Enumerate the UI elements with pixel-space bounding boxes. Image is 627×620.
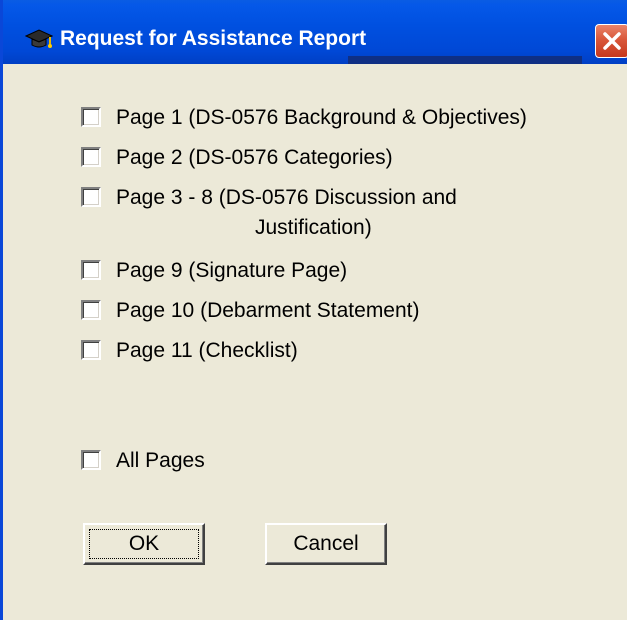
option-label-page-1: Page 1 (DS-0576 Background & Objectives)	[116, 106, 527, 129]
option-label-page-3-8-line2: Justification)	[255, 216, 372, 239]
option-label-page-3-8: Page 3 - 8 (DS-0576 Discussion and	[116, 186, 457, 209]
checkbox-page-9[interactable]	[81, 260, 101, 280]
checkbox-page-3-8[interactable]	[81, 187, 101, 207]
option-all-pages[interactable]: All Pages	[81, 447, 205, 475]
checkbox-page-11[interactable]	[81, 340, 101, 360]
option-page-3-8[interactable]: Page 3 - 8 (DS-0576 Discussion and Justi…	[81, 184, 457, 239]
ok-button[interactable]: OK	[83, 523, 205, 565]
checkbox-all-pages[interactable]	[81, 450, 101, 470]
close-button[interactable]	[595, 24, 627, 58]
ok-focus-rect	[89, 529, 199, 559]
checkbox-page-2[interactable]	[81, 147, 101, 167]
cancel-button-label: Cancel	[293, 532, 359, 555]
option-label-page-2: Page 2 (DS-0576 Categories)	[116, 146, 393, 169]
checkbox-page-1[interactable]	[81, 107, 101, 127]
option-page-11[interactable]: Page 11 (Checklist)	[81, 337, 298, 365]
option-label-page-9: Page 9 (Signature Page)	[116, 259, 348, 282]
option-page-9[interactable]: Page 9 (Signature Page)	[81, 257, 347, 285]
cancel-button[interactable]: Cancel	[265, 523, 387, 565]
option-page-2[interactable]: Page 2 (DS-0576 Categories)	[81, 144, 393, 172]
checkbox-page-10[interactable]	[81, 300, 101, 320]
title-bar[interactable]: Request for Assistance Report	[3, 0, 627, 66]
close-icon	[603, 32, 621, 50]
option-label-all-pages: All Pages	[116, 449, 205, 472]
graduation-cap-icon	[25, 29, 53, 48]
option-page-1[interactable]: Page 1 (DS-0576 Background & Objectives)	[81, 104, 527, 132]
dialog-window: Request for Assistance Report Page 1 (DS…	[0, 0, 627, 620]
window-title: Request for Assistance Report	[60, 27, 367, 50]
option-label-page-10: Page 10 (Debarment Statement)	[116, 299, 420, 322]
option-label-page-11: Page 11 (Checklist)	[116, 339, 298, 362]
option-page-10[interactable]: Page 10 (Debarment Statement)	[81, 297, 420, 325]
